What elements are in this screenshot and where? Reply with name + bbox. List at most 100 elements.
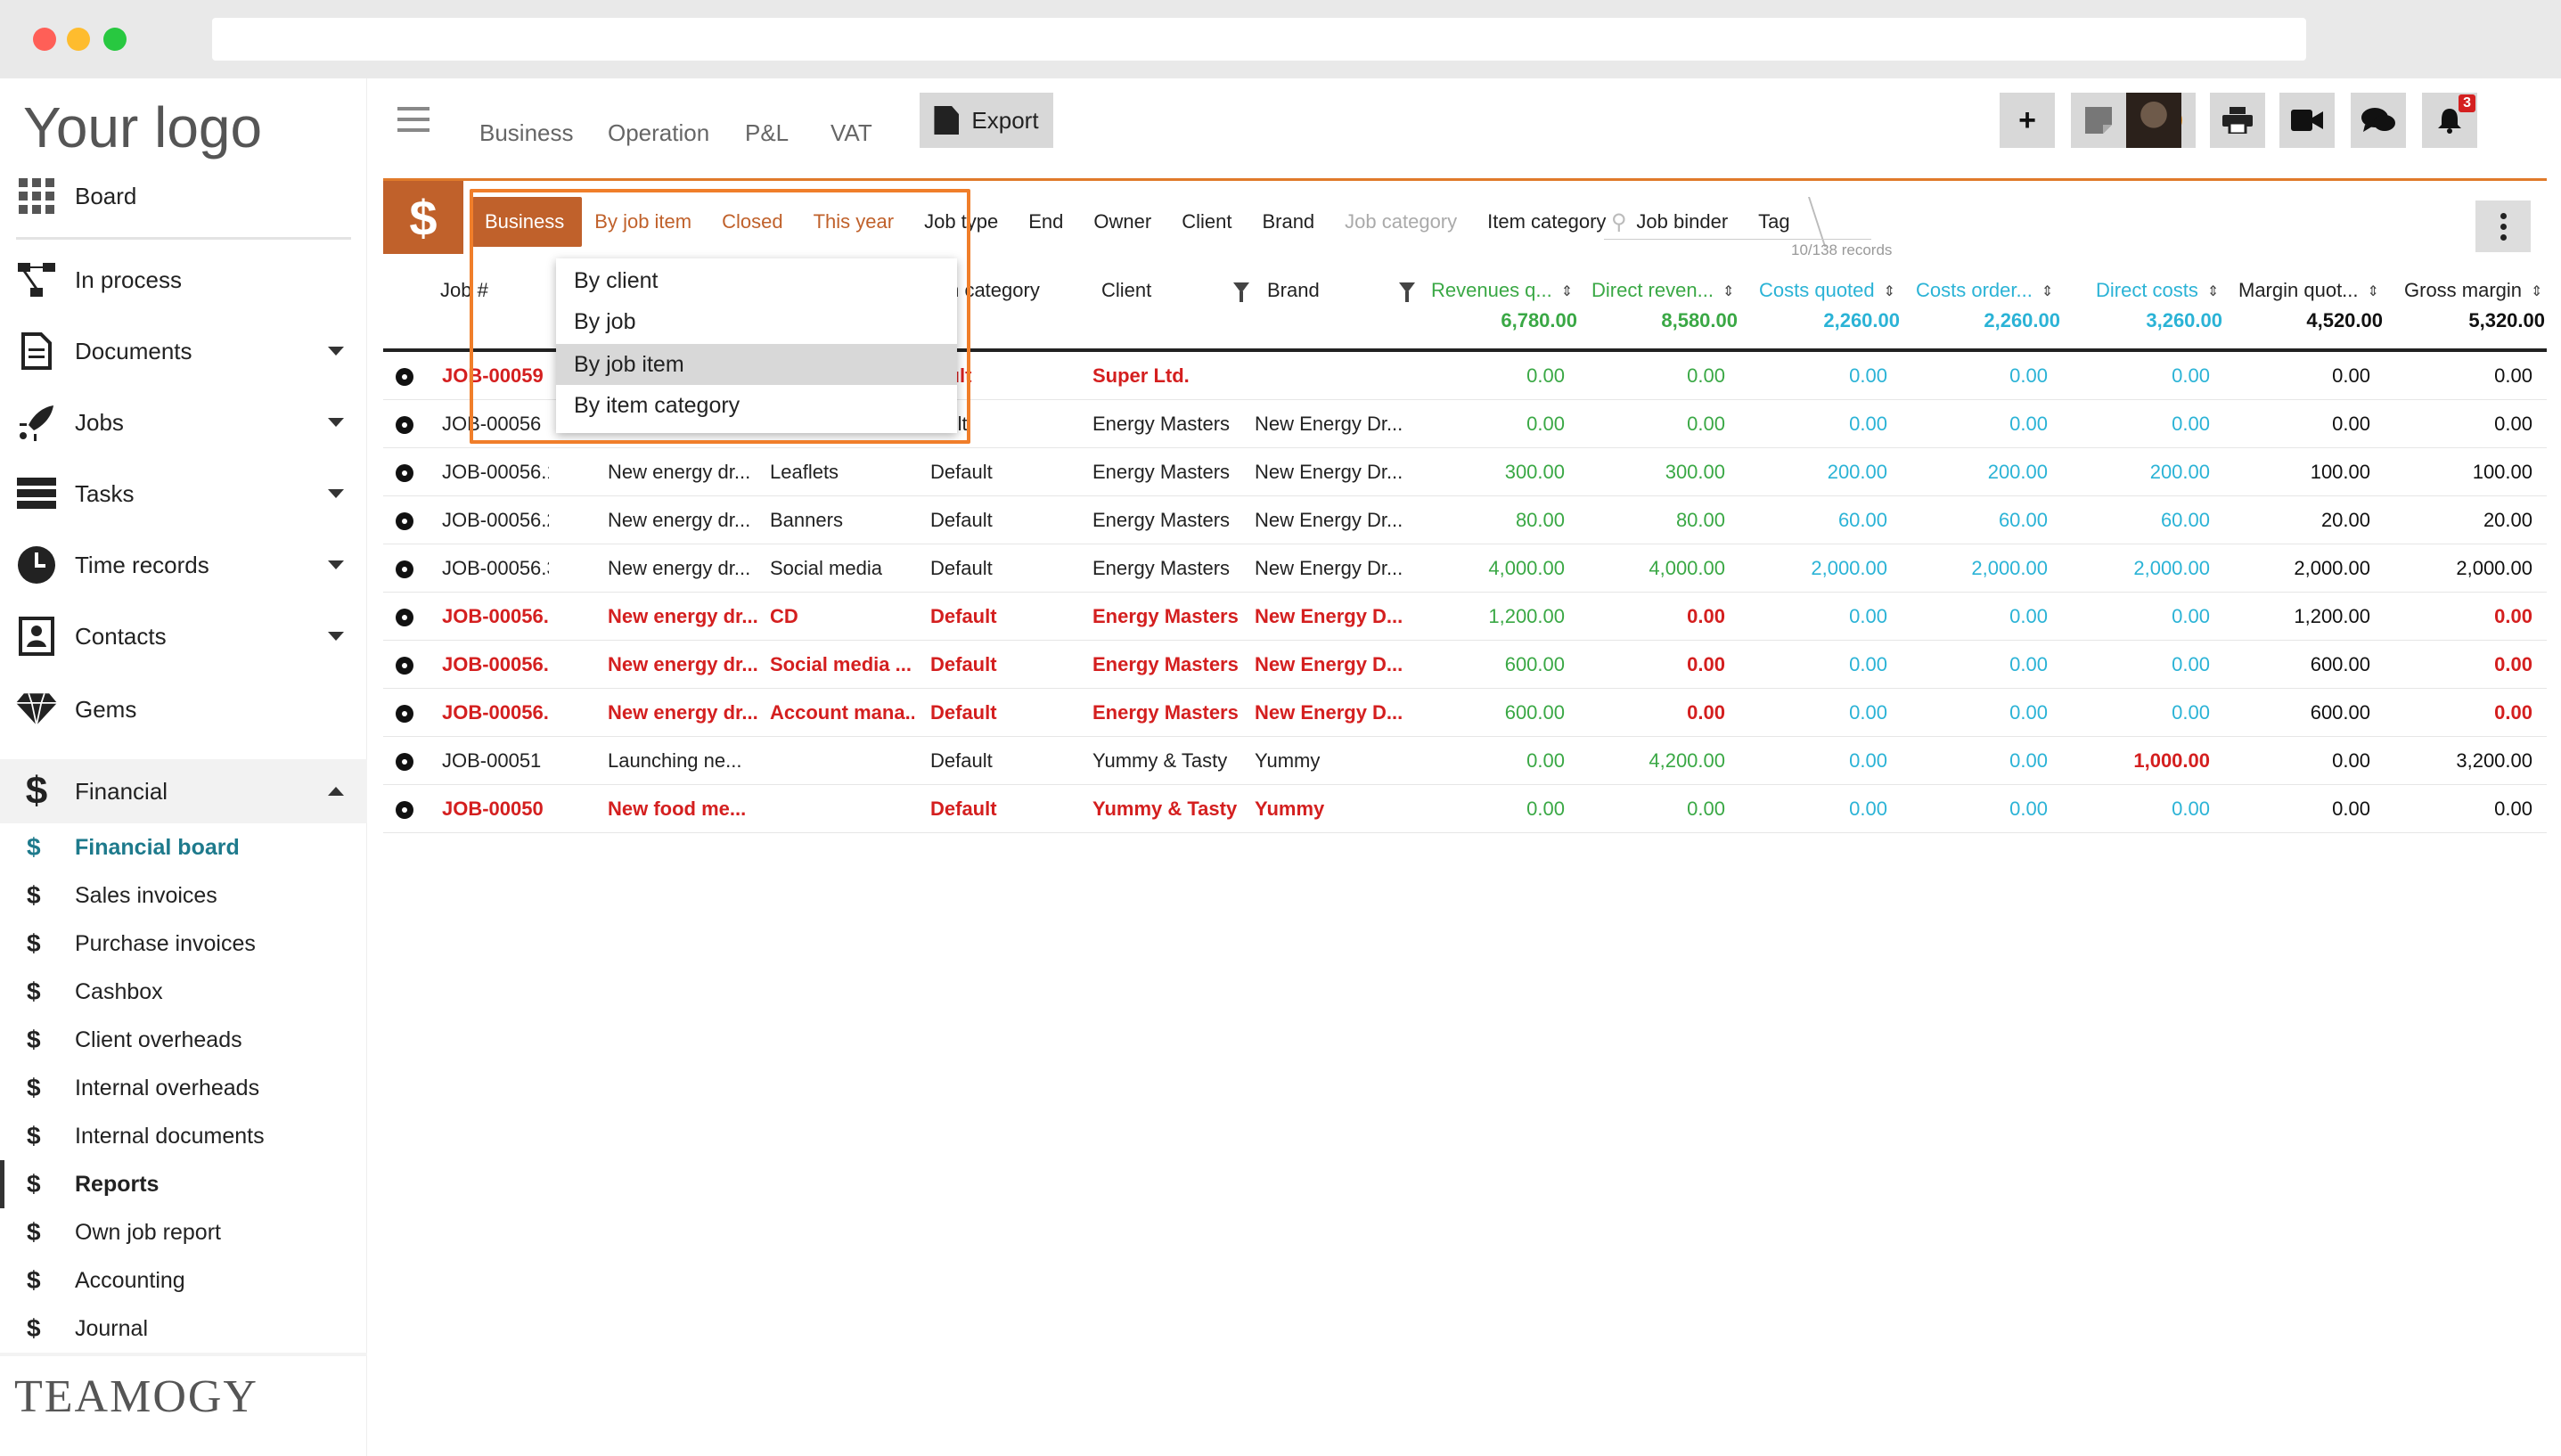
cell-job[interactable]: JOB-00056.3 [442,557,549,580]
search-input[interactable]: ⚲ [1604,204,1871,240]
table-row[interactable]: JOB-00056.3 New energy dr... Social media D… [383,544,2547,593]
sidebar-subitem-journal[interactable]: $ Journal [0,1305,367,1353]
col-direct-revenues[interactable]: Direct reven... ⇕ [1591,279,1734,302]
filter-owner[interactable]: Owner [1081,197,1170,247]
sidebar-subitem-internal-overheads[interactable]: $ Internal overheads [0,1064,367,1112]
cell-job[interactable]: JOB-00050 [442,798,549,821]
notifications-button[interactable]: 3 [2422,93,2477,148]
cell-client: Energy Masters [1092,557,1231,579]
close-window-icon[interactable] [33,28,56,51]
cell-job[interactable]: JOB-00051 [442,749,549,773]
row-expand-icon[interactable] [396,416,413,434]
cell-job[interactable]: JOB-00056.1 [442,461,549,484]
sidebar-item-tasks[interactable]: Tasks [0,458,367,529]
tab-vat[interactable]: VAT [830,119,872,147]
sidebar-subitem-client-overheads[interactable]: $ Client overheads [0,1016,367,1064]
row-expand-icon[interactable] [396,512,413,530]
filter-job-category[interactable]: Job category [1332,197,1476,247]
video-call-button[interactable] [2279,93,2335,148]
table-row[interactable]: JOB-00056.1 New energy dr... Leaflets Defau… [383,448,2547,496]
chat-button[interactable] [2351,93,2406,148]
filter-item-category[interactable]: Item category [1475,197,1624,247]
row-expand-icon[interactable] [396,705,413,723]
filter-end[interactable]: End [1016,197,1082,247]
tab-operation[interactable]: Operation [608,119,709,147]
sidebar-subitem-internal-documents[interactable]: $ Internal documents [0,1112,367,1160]
sidebar-subitem-reports[interactable]: $ Reports [0,1160,367,1208]
table-row[interactable]: JOB-00056.5 New energy dr... Social media … [383,641,2547,689]
cell-type: Default [930,749,993,772]
sort-icon: ⇕ [1560,284,1574,300]
print-button[interactable] [2210,93,2265,148]
maximize-window-icon[interactable] [103,28,127,51]
cell-rq: 80.00 [1515,509,1565,531]
sidebar-item-board[interactable]: Board [0,160,367,232]
sidebar-item-financial[interactable]: $ Financial [0,759,367,823]
export-button[interactable]: Export [920,93,1053,148]
cell-job[interactable]: JOB-00056.2 [442,509,549,532]
sidebar-subitem-sales-invoices[interactable]: $ Sales invoices [0,871,367,920]
col-client[interactable]: Client [1101,279,1151,302]
cell-type: Default [930,557,993,579]
col-margin-quoted[interactable]: Margin quot... ⇕ [2238,279,2379,302]
cell-co: 0.00 [2009,749,2048,772]
tab-pl[interactable]: P&L [745,119,789,147]
cell-job[interactable]: JOB-00056.4 [442,605,549,628]
user-avatar[interactable] [2126,93,2181,148]
row-expand-icon[interactable] [396,560,413,578]
filter-icon[interactable] [1399,282,1415,302]
col-costs-ordered[interactable]: Costs order... ⇕ [1916,279,2053,302]
sidebar-item-time-records[interactable]: Time records [0,529,367,601]
sidebar-subitem-financial-board[interactable]: $ Financial board [0,823,367,871]
table-row[interactable]: JOB-00050 New food me... Default Yummy & Ta… [383,785,2547,833]
cell-dr: 0.00 [1687,653,1725,675]
dollar-icon: $ [27,929,41,957]
col-direct-costs[interactable]: Direct costs ⇕ [2096,279,2219,302]
cell-job[interactable]: JOB-00056.5 [442,653,549,676]
row-expand-icon[interactable] [396,753,413,771]
minimize-window-icon[interactable] [67,28,90,51]
row-expand-icon[interactable] [396,609,413,626]
sidebar-item-gems[interactable]: Gems [0,674,367,745]
sidebar-item-in-process[interactable]: In process [0,244,367,315]
add-button[interactable]: + [2000,93,2055,148]
table-row[interactable]: JOB-00056.4 New energy dr... CD Default Ener… [383,593,2547,641]
row-expand-icon[interactable] [396,368,413,386]
total-costs-ordered: 2,260.00 [1984,309,2060,331]
cell-brand: New Energy D... [1255,701,1403,724]
filter-client[interactable]: Client [1169,197,1250,247]
table-row[interactable]: JOB-00051 Launching ne... Default Yummy & T… [383,737,2547,785]
sidebar-subitem-own-job-report[interactable]: $ Own job report [0,1208,367,1256]
row-expand-icon[interactable] [396,464,413,482]
video-camera-icon [2291,110,2323,131]
cell-gm: 0.00 [2494,798,2532,820]
col-costs-quoted[interactable]: Costs quoted ⇕ [1759,279,1895,302]
sidebar-subitem-accounting[interactable]: $ Accounting [0,1256,367,1305]
more-options-button[interactable] [2475,200,2531,252]
sidebar-item-jobs[interactable]: Jobs [0,387,367,458]
sidebar-subitem-cashbox[interactable]: $ Cashbox [0,968,367,1016]
col-gross-margin[interactable]: Gross margin ⇕ [2404,279,2542,302]
sidebar-item-documents[interactable]: Documents [0,315,367,387]
notes-button[interactable] [2071,93,2126,148]
tab-business[interactable]: Business [479,119,574,147]
cell-co: 0.00 [2009,701,2048,724]
hamburger-menu-icon[interactable] [397,107,430,132]
sidebar-item-label: Contacts [75,622,167,650]
cell-name: New energy dr... [608,701,758,724]
filter-icon[interactable] [1233,282,1249,302]
col-revenues-quoted[interactable]: Revenues q... ⇕ [1431,279,1573,302]
printer-icon [2222,107,2253,134]
sidebar-item-contacts[interactable]: Contacts [0,601,367,672]
cell-job[interactable]: JOB-00056.6 [442,701,549,724]
table-row[interactable]: JOB-00056.6 New energy dr... Account mana.… [383,689,2547,737]
row-expand-icon[interactable] [396,657,413,675]
col-brand[interactable]: Brand [1267,279,1320,302]
cell-dr: 4,200.00 [1649,749,1725,772]
sidebar-subitem-purchase-invoices[interactable]: $ Purchase invoices [0,920,367,968]
address-bar[interactable] [212,18,2306,61]
table-row[interactable]: JOB-00056.2 New energy dr... Banners Defaul… [383,496,2547,544]
row-expand-icon[interactable] [396,801,413,819]
total-direct-costs: 3,260.00 [2146,309,2222,331]
filter-brand[interactable]: Brand [1249,197,1333,247]
